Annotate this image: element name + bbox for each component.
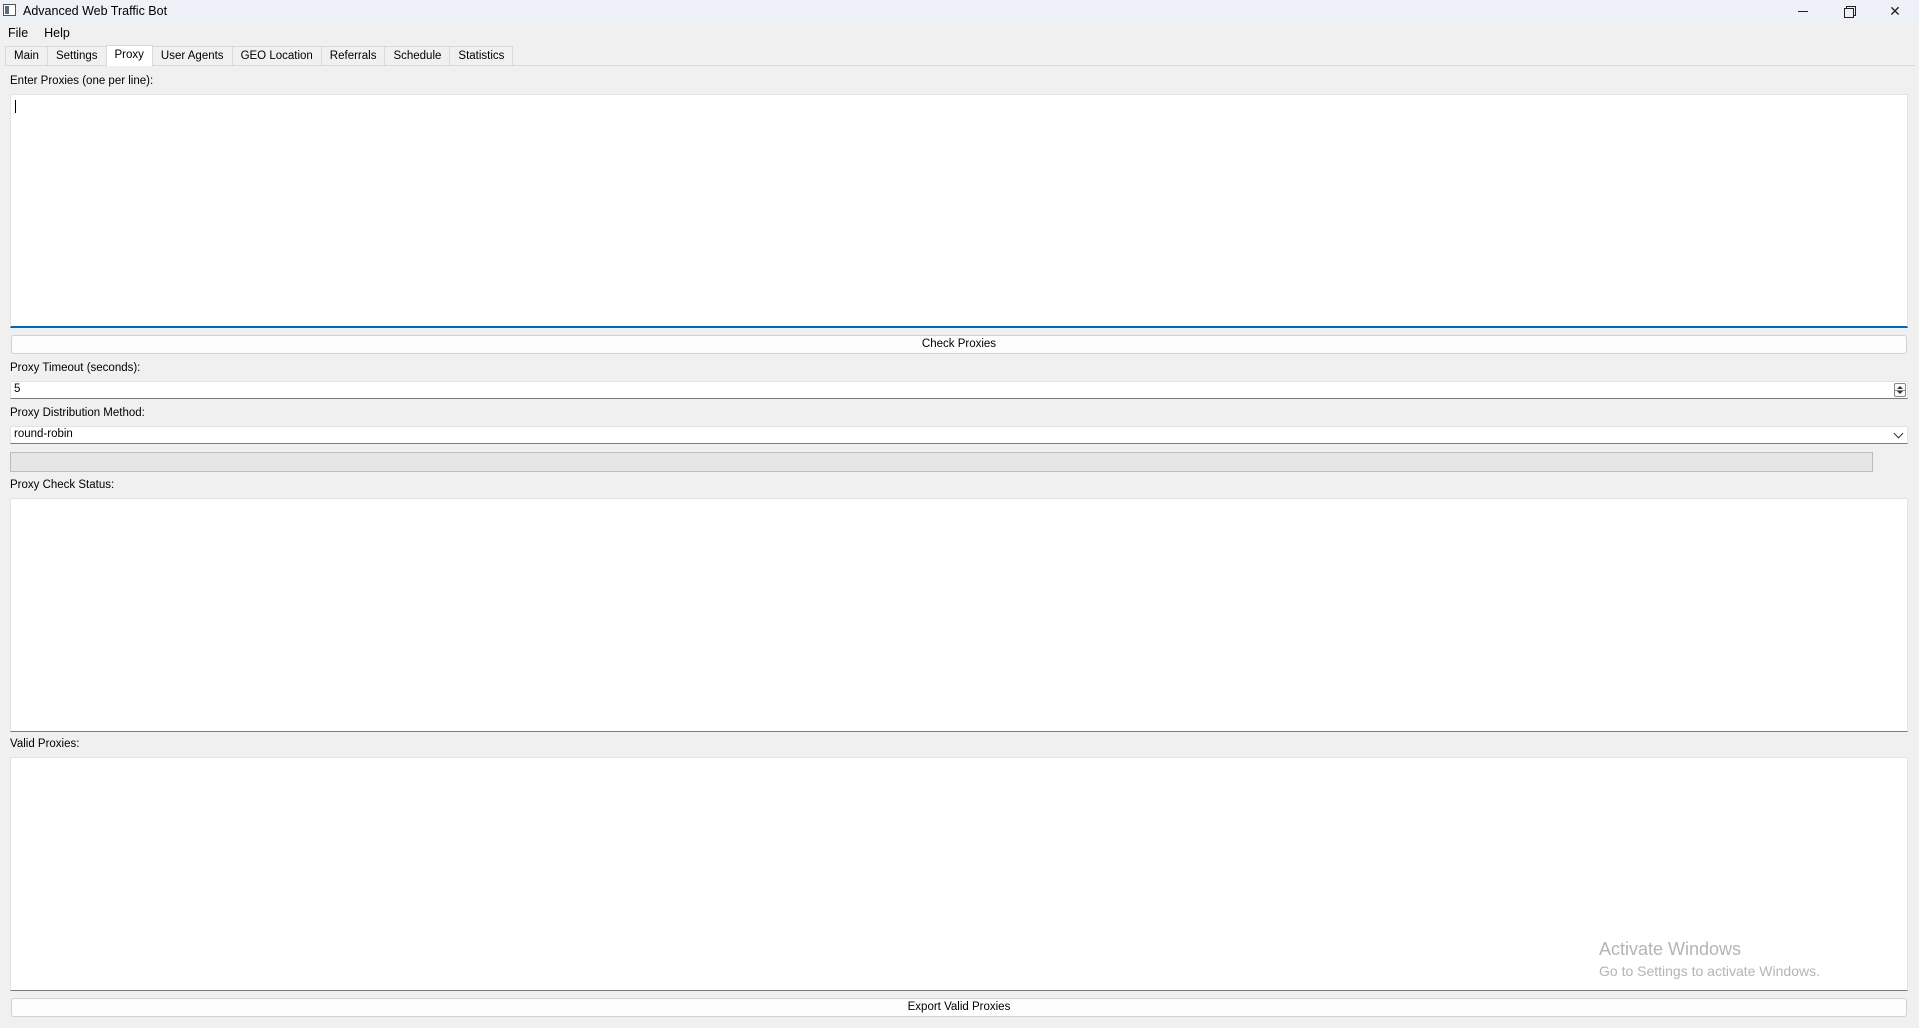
proxy-distribution-value: round-robin: [14, 428, 73, 440]
proxies-input[interactable]: [10, 94, 1908, 328]
spin-up-icon[interactable]: [1897, 386, 1903, 389]
proxy-distribution-label: Proxy Distribution Method:: [10, 407, 145, 419]
tab-user-agents[interactable]: User Agents: [151, 46, 233, 66]
proxy-check-progress: [10, 452, 1873, 472]
spin-down-icon[interactable]: [1897, 391, 1903, 394]
proxy-distribution-select[interactable]: round-robin: [10, 426, 1908, 444]
tab-settings[interactable]: Settings: [46, 46, 107, 66]
proxy-check-status-label: Proxy Check Status:: [10, 479, 115, 491]
restore-icon: [1844, 6, 1856, 18]
enter-proxies-label: Enter Proxies (one per line):: [10, 75, 154, 87]
close-button[interactable]: ✕: [1872, 0, 1918, 22]
minimize-icon: [1798, 10, 1808, 12]
tab-geo-location[interactable]: GEO Location: [231, 46, 322, 66]
close-icon: ✕: [1889, 2, 1901, 19]
tab-schedule[interactable]: Schedule: [384, 46, 451, 66]
check-proxies-button[interactable]: Check Proxies: [11, 335, 1907, 354]
valid-proxies-output[interactable]: [10, 757, 1908, 991]
tab-statistics[interactable]: Statistics: [449, 46, 514, 66]
menu-bar: File Help: [0, 22, 1919, 44]
proxy-check-status-output[interactable]: [10, 498, 1908, 732]
minimize-button[interactable]: [1780, 0, 1826, 22]
valid-proxies-label: Valid Proxies:: [10, 738, 80, 750]
tab-referrals[interactable]: Referrals: [320, 46, 386, 66]
spin-buttons[interactable]: [1894, 383, 1906, 397]
title-bar: Advanced Web Traffic Bot ✕: [0, 0, 1919, 22]
tab-main[interactable]: Main: [5, 46, 48, 66]
proxy-timeout-spinbox[interactable]: 5: [10, 381, 1908, 399]
tab-bar: Main Settings Proxy User Agents GEO Loca…: [5, 45, 514, 66]
tab-proxy[interactable]: Proxy: [105, 45, 153, 66]
proxy-timeout-value: 5: [14, 383, 21, 395]
window-title: Advanced Web Traffic Bot: [23, 4, 168, 18]
menu-help[interactable]: Help: [36, 22, 78, 44]
maximize-button[interactable]: [1826, 0, 1872, 22]
proxy-timeout-label: Proxy Timeout (seconds):: [10, 362, 141, 374]
app-icon: [3, 4, 16, 16]
menu-file[interactable]: File: [0, 22, 36, 44]
text-caret: [15, 100, 16, 113]
export-valid-proxies-button[interactable]: Export Valid Proxies: [11, 998, 1907, 1017]
chevron-down-icon: [1893, 428, 1904, 439]
